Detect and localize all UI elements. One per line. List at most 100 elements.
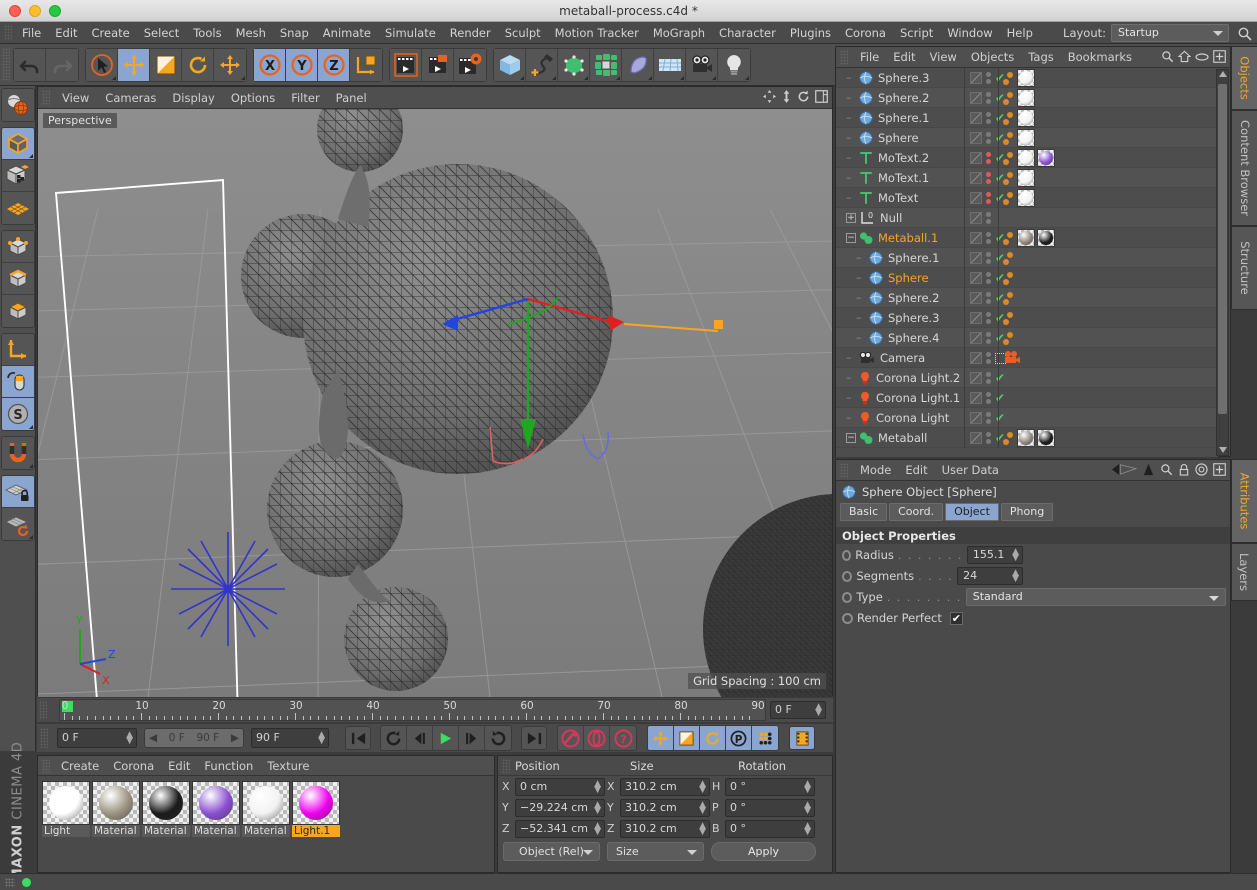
preview-range-bar[interactable]: ◀ 0 F 90 F ▶ <box>144 728 244 748</box>
range-left-arrow-icon[interactable]: ◀ <box>149 732 157 744</box>
visibility-dot[interactable] <box>986 392 991 397</box>
object-name[interactable]: Sphere.2 <box>878 91 930 105</box>
object-name[interactable]: Sphere.1 <box>878 111 930 125</box>
object-row[interactable]: – Sphere.1 ✔ <box>836 108 1218 128</box>
property-animate-toggle[interactable] <box>842 612 853 624</box>
camera-button[interactable] <box>686 48 718 81</box>
stepper-icon[interactable]: ▲ ▼ <box>318 731 325 746</box>
pla-key-button[interactable] <box>752 726 778 750</box>
search-icon[interactable] <box>1237 26 1253 42</box>
display-toggle-icon[interactable] <box>970 332 982 344</box>
vertical-tab-layers[interactable]: Layers <box>1231 543 1257 601</box>
object-row[interactable]: − Metaball ✔ <box>836 428 1218 448</box>
visibility-dots[interactable] <box>986 112 991 124</box>
undo-button[interactable] <box>14 48 46 81</box>
position-field[interactable]: 0 cm ▲ ▼ <box>515 777 605 796</box>
size-field[interactable]: 310.2 cm ▲ ▼ <box>620 798 710 817</box>
current-frame-field[interactable]: 0 F ▲ ▼ <box>770 701 826 719</box>
visibility-dot[interactable] <box>986 119 991 124</box>
timeline-window-button[interactable] <box>789 726 815 750</box>
visibility-dot[interactable] <box>986 379 991 384</box>
object-row[interactable]: – Sphere ✔ <box>836 268 1218 288</box>
tag-dots-icon[interactable] <box>1003 171 1013 185</box>
display-toggle-icon[interactable] <box>970 372 982 384</box>
visibility-dots[interactable] <box>986 332 991 344</box>
material-thumbnail[interactable] <box>92 781 140 825</box>
material-name[interactable]: Material <box>242 825 290 837</box>
tag-dots-icon[interactable] <box>1003 311 1013 325</box>
object-row[interactable]: – Sphere.4 ✔ <box>836 328 1218 348</box>
display-toggle-icon[interactable] <box>970 192 982 204</box>
visibility-dots[interactable] <box>986 192 991 204</box>
live-selection-tool-button[interactable] <box>86 48 118 81</box>
display-toggle-icon[interactable] <box>970 132 982 144</box>
menu-item-render[interactable]: Render <box>443 22 498 44</box>
visibility-dot[interactable] <box>986 112 991 117</box>
visibility-dot[interactable] <box>986 359 991 364</box>
visibility-dots[interactable] <box>986 152 991 164</box>
property-checkbox[interactable]: ✔ <box>949 611 963 625</box>
viewport-menu-filter[interactable]: Filter <box>283 87 327 109</box>
material-tag-icon[interactable] <box>1037 229 1055 247</box>
stepper-icon[interactable]: ▲ ▼ <box>699 800 706 815</box>
display-toggle-icon[interactable] <box>970 252 982 264</box>
material-tag-icon[interactable] <box>1017 189 1035 207</box>
keyframe-selection-button[interactable]: ? <box>610 726 636 750</box>
visibility-dot[interactable] <box>986 299 991 304</box>
visibility-dot[interactable] <box>986 339 991 344</box>
material-list[interactable]: Light Material Material Material Material Lig… <box>38 776 494 842</box>
stepper-icon[interactable]: ▲ ▼ <box>699 821 706 836</box>
polygon-mode-button[interactable] <box>1 295 34 327</box>
edge-mode-button[interactable] <box>1 263 34 295</box>
tag-dots-icon[interactable] <box>1003 431 1013 445</box>
object-menu-tags[interactable]: Tags <box>1021 47 1060 68</box>
display-toggle-icon[interactable] <box>970 392 982 404</box>
move-alt-tool-button[interactable] <box>214 48 246 81</box>
camera-tag-icon[interactable] <box>1003 350 1021 366</box>
workplane-mode-button[interactable] <box>1 508 34 540</box>
attribute-menu-mode[interactable]: Mode <box>853 460 898 481</box>
search-icon[interactable] <box>1160 463 1173 476</box>
visibility-dots[interactable] <box>986 292 991 304</box>
visibility-dots[interactable] <box>986 372 991 384</box>
visibility-dots[interactable] <box>986 272 991 284</box>
visibility-dot[interactable] <box>986 192 991 197</box>
display-toggle-icon[interactable] <box>970 92 982 104</box>
home-icon[interactable] <box>1178 50 1191 63</box>
vertical-tab-attributes[interactable]: Attributes <box>1231 459 1257 543</box>
object-name[interactable]: Sphere.3 <box>878 71 930 85</box>
visibility-dots[interactable] <box>986 72 991 84</box>
display-toggle-icon[interactable] <box>970 272 982 284</box>
visibility-dot[interactable] <box>986 72 991 77</box>
visibility-dot[interactable] <box>986 352 991 357</box>
maximize-viewport-icon[interactable] <box>815 90 828 103</box>
visibility-dot[interactable] <box>986 259 991 264</box>
visibility-dots[interactable] <box>986 252 991 264</box>
attribute-menu-edit[interactable]: Edit <box>898 460 934 481</box>
object-name[interactable]: Camera <box>880 351 925 365</box>
visibility-dot[interactable] <box>986 92 991 97</box>
scene-floor-button[interactable] <box>654 48 686 81</box>
soft-selection-button[interactable]: S <box>1 398 34 430</box>
visibility-dot[interactable] <box>986 99 991 104</box>
go-to-start-button[interactable] <box>345 726 371 750</box>
rotate-tool-button[interactable] <box>182 48 214 81</box>
property-animate-toggle[interactable] <box>842 570 853 582</box>
step-forward-button[interactable] <box>459 726 485 750</box>
scale-tool-button[interactable] <box>150 48 182 81</box>
material-tag-icon[interactable] <box>1017 129 1035 147</box>
material-item[interactable]: Material <box>242 781 290 837</box>
expand-collapse-icon[interactable]: − <box>846 432 856 443</box>
rotation-field[interactable]: 0 ° ▲ ▼ <box>725 777 815 796</box>
material-tag-icon[interactable] <box>1037 429 1055 447</box>
menu-item-create[interactable]: Create <box>85 22 137 44</box>
autokeying-button[interactable] <box>584 726 610 750</box>
object-name[interactable]: Corona Light.2 <box>876 371 960 385</box>
attribute-menu-user-data[interactable]: User Data <box>935 460 1006 481</box>
redo-button[interactable] <box>46 48 78 81</box>
material-tag-icon[interactable] <box>1017 109 1035 127</box>
layout-dropdown[interactable]: Startup <box>1111 24 1229 42</box>
object-row[interactable]: – Corona Light ✔ <box>836 408 1218 428</box>
viewport-menu-options[interactable]: Options <box>223 87 283 109</box>
scroll-down-arrow-icon[interactable] <box>1219 447 1227 453</box>
